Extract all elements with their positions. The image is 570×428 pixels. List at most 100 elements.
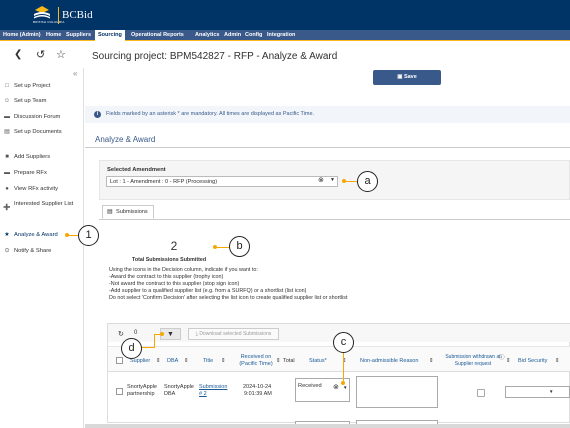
user-plus-icon: ➕ (3, 205, 11, 211)
tab-submissions[interactable]: ▤ Submissions (102, 205, 154, 219)
download-selected-button[interactable]: ⤓ Download selected Submissions (188, 328, 279, 340)
clear-selection-icon[interactable]: ⊗ (318, 176, 324, 184)
clear-status-icon[interactable]: ⊗ (333, 383, 339, 391)
column-header-status[interactable]: Status* (309, 358, 327, 365)
non-admissible-reason-input[interactable] (356, 376, 438, 408)
callout-line (154, 334, 155, 348)
sort-icon[interactable]: ⇕ (276, 358, 281, 365)
instruction-line: -Award the contract to this supplier (tr… (109, 274, 224, 280)
instruction-line: -Not award the contract to this supplier… (109, 281, 240, 287)
menu-integration[interactable]: Integration (264, 30, 298, 41)
sidebar-item-set-up-documents[interactable]: ▤ Set up Documents (0, 129, 84, 136)
sidebar-item-notify-share[interactable]: ⊙ Notify & Share (0, 248, 84, 255)
sidebar-item-label: Notify & Share (14, 248, 52, 254)
select-all-checkbox[interactable] (116, 357, 123, 364)
top-banner: BRITISH COLUMBIA BCBid (0, 0, 570, 30)
cell-supplier: SnortyApple partnership (127, 384, 157, 397)
team-icon: ☺ (3, 98, 11, 104)
bc-logo[interactable]: BRITISH COLUMBIA BCBid (30, 4, 93, 28)
chevron-down-icon[interactable]: ▼ (549, 389, 553, 394)
sort-icon[interactable]: ⇕ (555, 358, 560, 365)
save-icon: ▣ (397, 74, 404, 80)
sidebar-item-label: Interested Supplier List (14, 201, 74, 207)
sort-icon[interactable]: ⇕ (221, 358, 226, 365)
save-button[interactable]: ▣ Save (373, 70, 441, 85)
binoculars-icon: ● (5, 186, 9, 192)
sidebar-item-interested-supplier-list[interactable]: ➕ Interested Supplier List (0, 201, 80, 211)
cell-received-date: 2024-10-24 (243, 384, 272, 390)
column-header-dba[interactable]: DBA (167, 358, 178, 365)
sidebar-item-prepare-rfx[interactable]: ▬ Prepare RFx (0, 170, 84, 177)
refresh-icon[interactable]: ↻ (118, 330, 124, 338)
logo-divider (58, 7, 59, 24)
share-icon: ⊙ (4, 248, 10, 254)
callout-pointer (341, 381, 345, 385)
callout-1: 1 (78, 225, 99, 246)
column-header-withdrawn[interactable]: Submission withdrawn at Supplier request (441, 354, 505, 367)
callout-line (142, 347, 154, 348)
column-header-title[interactable]: Title (203, 358, 213, 365)
menu-analytics[interactable]: Analytics (192, 30, 222, 41)
cell-title-link[interactable]: Submission # 2 (199, 384, 229, 397)
page-title: Sourcing project: BPM542827 - RFP - Anal… (92, 51, 338, 62)
row-checkbox[interactable] (116, 388, 123, 395)
sidebar-item-discussion-forum[interactable]: ▬ Discussion Forum (0, 114, 84, 121)
document-icon: ▤ (4, 129, 10, 135)
sort-icon[interactable]: ⇕ (156, 358, 161, 365)
sidebar-item-label: Prepare RFx (14, 170, 47, 176)
chevron-down-icon[interactable]: ▼ (330, 177, 335, 183)
section-divider (85, 147, 570, 148)
instruction-line: -Add supplier to a qualified supplier li… (109, 288, 307, 294)
menu-sourcing[interactable]: Sourcing (95, 30, 125, 41)
instruction-line: Using the icons in the Decision column, … (109, 267, 258, 273)
withdrawn-checkbox[interactable] (477, 389, 485, 397)
undo-icon[interactable]: ↺ (36, 48, 45, 61)
sidebar-item-set-up-team[interactable]: ☺ Set up Team (0, 98, 84, 105)
menu-config[interactable]: Config (242, 30, 265, 41)
column-header-bid-security[interactable]: Bid Security (518, 358, 547, 365)
menu-home-admin[interactable]: Home (Admin) (0, 30, 44, 41)
sidebar-item-add-suppliers[interactable]: ■ Add Suppliers (0, 154, 84, 161)
sort-icon[interactable]: ⇕ (506, 358, 511, 365)
main-menu: Home (Admin) Home Suppliers Sourcing Ope… (0, 30, 570, 41)
sidebar-item-view-rfx-activity[interactable]: ● View RFx activity (0, 186, 84, 193)
column-header-supplier[interactable]: Supplier (130, 358, 150, 365)
refresh-count: 0 (134, 330, 138, 336)
folder-icon: ▬ (4, 170, 10, 176)
sort-icon[interactable]: ⇕ (429, 358, 434, 365)
truck-icon: ■ (5, 154, 9, 160)
amendment-label: Selected Amendment (107, 167, 166, 173)
collapse-sidebar-icon[interactable]: « (73, 69, 77, 78)
app-name: BCBid (62, 9, 93, 21)
submission-count: 2 (170, 239, 178, 253)
sidebar-item-label: Set up Project (14, 83, 51, 89)
menu-admin[interactable]: Admin (221, 30, 244, 41)
help-icon[interactable]: ⓘ (499, 355, 505, 362)
callout-c: c (333, 332, 354, 353)
bid-security-select[interactable] (505, 386, 570, 398)
menu-operational-reports[interactable]: Operational Reports (128, 30, 187, 41)
callout-b: b (229, 236, 250, 257)
sidebar-item-label: Analyze & Award (14, 232, 58, 238)
star-icon[interactable]: ☆ (56, 48, 66, 61)
cell-dba: SnortyApple DBA (164, 384, 194, 397)
instruction-line: Do not select 'Confirm Decision' after s… (109, 295, 348, 301)
callout-pointer (160, 332, 164, 336)
info-icon: i (94, 111, 101, 118)
back-arrow-icon[interactable]: ❮ (14, 49, 22, 60)
column-header-non-admissible[interactable]: Non-admissible Reason (360, 358, 418, 365)
chat-icon: ▬ (4, 114, 10, 120)
amendment-select[interactable]: Lot : 1 - Amendment : 0 - RFP (Processin… (106, 176, 338, 187)
sidebar-item-label: Discussion Forum (14, 114, 61, 120)
sidebar-item-label: Set up Team (14, 98, 47, 104)
column-header-received-on[interactable]: Received on (Pacific Time) (235, 354, 277, 367)
info-text: Fields marked by an asterisk * are manda… (106, 111, 315, 117)
menu-home[interactable]: Home (43, 30, 64, 41)
sidebar-item-set-up-project[interactable]: □ Set up Project (0, 83, 84, 90)
chevron-down-icon[interactable]: ▼ (343, 385, 347, 390)
horizontal-scrollbar[interactable] (85, 424, 570, 428)
section-title: Analyze & Award (95, 135, 156, 144)
menu-suppliers[interactable]: Suppliers (63, 30, 94, 41)
download-label: Download selected Submissions (199, 331, 272, 337)
sort-icon[interactable]: ⇕ (184, 358, 189, 365)
